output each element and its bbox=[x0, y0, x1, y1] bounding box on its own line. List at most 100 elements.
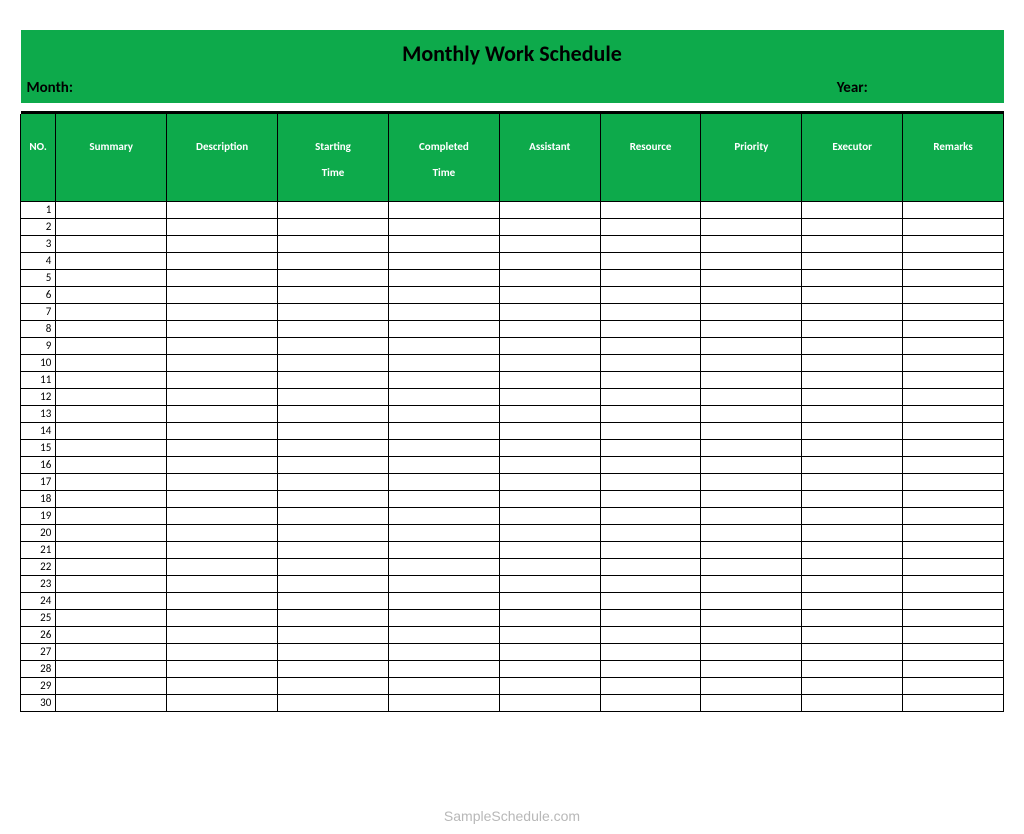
cell[interactable] bbox=[499, 643, 600, 660]
cell[interactable] bbox=[56, 507, 167, 524]
cell[interactable] bbox=[56, 337, 167, 354]
cell[interactable] bbox=[701, 609, 802, 626]
cell[interactable] bbox=[600, 558, 701, 575]
cell[interactable] bbox=[600, 405, 701, 422]
cell[interactable] bbox=[167, 660, 278, 677]
cell[interactable] bbox=[802, 609, 903, 626]
cell[interactable] bbox=[600, 643, 701, 660]
cell[interactable] bbox=[600, 694, 701, 711]
cell[interactable] bbox=[167, 575, 278, 592]
cell[interactable] bbox=[600, 286, 701, 303]
cell[interactable] bbox=[167, 354, 278, 371]
cell[interactable] bbox=[600, 235, 701, 252]
cell[interactable] bbox=[388, 507, 499, 524]
cell[interactable] bbox=[903, 541, 1004, 558]
cell[interactable] bbox=[56, 694, 167, 711]
cell[interactable] bbox=[600, 320, 701, 337]
cell[interactable] bbox=[701, 456, 802, 473]
cell[interactable] bbox=[600, 303, 701, 320]
cell[interactable] bbox=[499, 286, 600, 303]
cell[interactable] bbox=[600, 456, 701, 473]
cell[interactable] bbox=[802, 592, 903, 609]
cell[interactable] bbox=[56, 541, 167, 558]
cell[interactable] bbox=[278, 592, 389, 609]
cell[interactable] bbox=[167, 303, 278, 320]
cell[interactable] bbox=[388, 490, 499, 507]
cell[interactable] bbox=[56, 422, 167, 439]
cell[interactable] bbox=[701, 592, 802, 609]
cell[interactable] bbox=[802, 490, 903, 507]
cell[interactable] bbox=[388, 626, 499, 643]
cell[interactable] bbox=[903, 643, 1004, 660]
cell[interactable] bbox=[802, 422, 903, 439]
cell[interactable] bbox=[278, 286, 389, 303]
cell[interactable] bbox=[56, 626, 167, 643]
cell[interactable] bbox=[499, 439, 600, 456]
cell[interactable] bbox=[802, 456, 903, 473]
cell[interactable] bbox=[802, 286, 903, 303]
cell[interactable] bbox=[388, 422, 499, 439]
cell[interactable] bbox=[903, 388, 1004, 405]
cell[interactable] bbox=[701, 422, 802, 439]
cell[interactable] bbox=[499, 252, 600, 269]
cell[interactable] bbox=[388, 388, 499, 405]
cell[interactable] bbox=[903, 592, 1004, 609]
cell[interactable] bbox=[600, 218, 701, 235]
cell[interactable] bbox=[167, 337, 278, 354]
cell[interactable] bbox=[278, 643, 389, 660]
cell[interactable] bbox=[499, 558, 600, 575]
cell[interactable] bbox=[278, 609, 389, 626]
cell[interactable] bbox=[802, 626, 903, 643]
cell[interactable] bbox=[499, 388, 600, 405]
cell[interactable] bbox=[167, 371, 278, 388]
cell[interactable] bbox=[903, 201, 1004, 218]
cell[interactable] bbox=[600, 269, 701, 286]
cell[interactable] bbox=[278, 303, 389, 320]
cell[interactable] bbox=[600, 354, 701, 371]
cell[interactable] bbox=[903, 490, 1004, 507]
cell[interactable] bbox=[499, 269, 600, 286]
cell[interactable] bbox=[600, 626, 701, 643]
cell[interactable] bbox=[903, 660, 1004, 677]
cell[interactable] bbox=[802, 371, 903, 388]
cell[interactable] bbox=[701, 405, 802, 422]
cell[interactable] bbox=[600, 439, 701, 456]
cell[interactable] bbox=[499, 490, 600, 507]
cell[interactable] bbox=[167, 541, 278, 558]
cell[interactable] bbox=[903, 626, 1004, 643]
cell[interactable] bbox=[167, 694, 278, 711]
cell[interactable] bbox=[499, 371, 600, 388]
cell[interactable] bbox=[167, 609, 278, 626]
cell[interactable] bbox=[701, 473, 802, 490]
cell[interactable] bbox=[600, 609, 701, 626]
cell[interactable] bbox=[388, 439, 499, 456]
cell[interactable] bbox=[56, 473, 167, 490]
cell[interactable] bbox=[167, 473, 278, 490]
cell[interactable] bbox=[701, 524, 802, 541]
cell[interactable] bbox=[278, 252, 389, 269]
cell[interactable] bbox=[802, 558, 903, 575]
cell[interactable] bbox=[802, 439, 903, 456]
cell[interactable] bbox=[701, 286, 802, 303]
cell[interactable] bbox=[499, 422, 600, 439]
cell[interactable] bbox=[701, 541, 802, 558]
cell[interactable] bbox=[278, 660, 389, 677]
cell[interactable] bbox=[278, 218, 389, 235]
cell[interactable] bbox=[56, 269, 167, 286]
cell[interactable] bbox=[56, 371, 167, 388]
cell[interactable] bbox=[903, 609, 1004, 626]
cell[interactable] bbox=[388, 235, 499, 252]
cell[interactable] bbox=[167, 643, 278, 660]
cell[interactable] bbox=[903, 422, 1004, 439]
cell[interactable] bbox=[802, 337, 903, 354]
cell[interactable] bbox=[600, 490, 701, 507]
cell[interactable] bbox=[56, 320, 167, 337]
cell[interactable] bbox=[56, 252, 167, 269]
cell[interactable] bbox=[701, 354, 802, 371]
cell[interactable] bbox=[903, 677, 1004, 694]
cell[interactable] bbox=[56, 677, 167, 694]
cell[interactable] bbox=[600, 371, 701, 388]
cell[interactable] bbox=[167, 507, 278, 524]
cell[interactable] bbox=[388, 269, 499, 286]
cell[interactable] bbox=[802, 303, 903, 320]
